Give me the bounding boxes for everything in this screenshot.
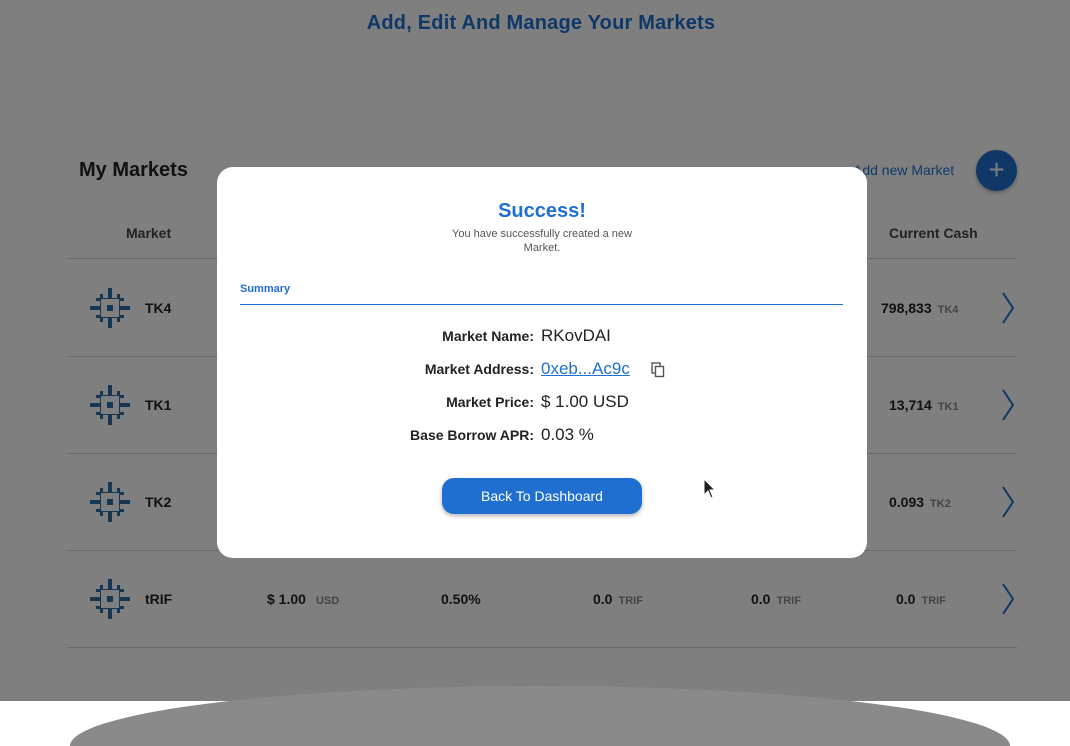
market-address-link[interactable]: 0xeb...Ac9c [541, 359, 630, 379]
base-borrow-apr-value: 0.03 % [541, 425, 594, 444]
success-modal: Success! You have successfully created a… [217, 167, 867, 558]
base-borrow-apr-label: Base Borrow APR: [410, 427, 534, 443]
modal-title: Success! [498, 200, 586, 222]
modal-subtitle: You have successfully created a new Mark… [452, 228, 632, 254]
tab-summary[interactable]: Summary [240, 283, 290, 295]
market-price-label: Market Price: [446, 394, 534, 410]
market-price-value: $ 1.00 USD [541, 392, 629, 411]
mouse-cursor-icon [703, 478, 717, 499]
market-name-value: RKovDAI [541, 326, 611, 345]
tab-underline [240, 304, 843, 305]
market-address-label: Market Address: [424, 361, 534, 377]
copy-icon[interactable] [651, 362, 665, 378]
back-to-dashboard-button[interactable]: Back To Dashboard [442, 478, 642, 514]
market-name-label: Market Name: [442, 328, 534, 344]
